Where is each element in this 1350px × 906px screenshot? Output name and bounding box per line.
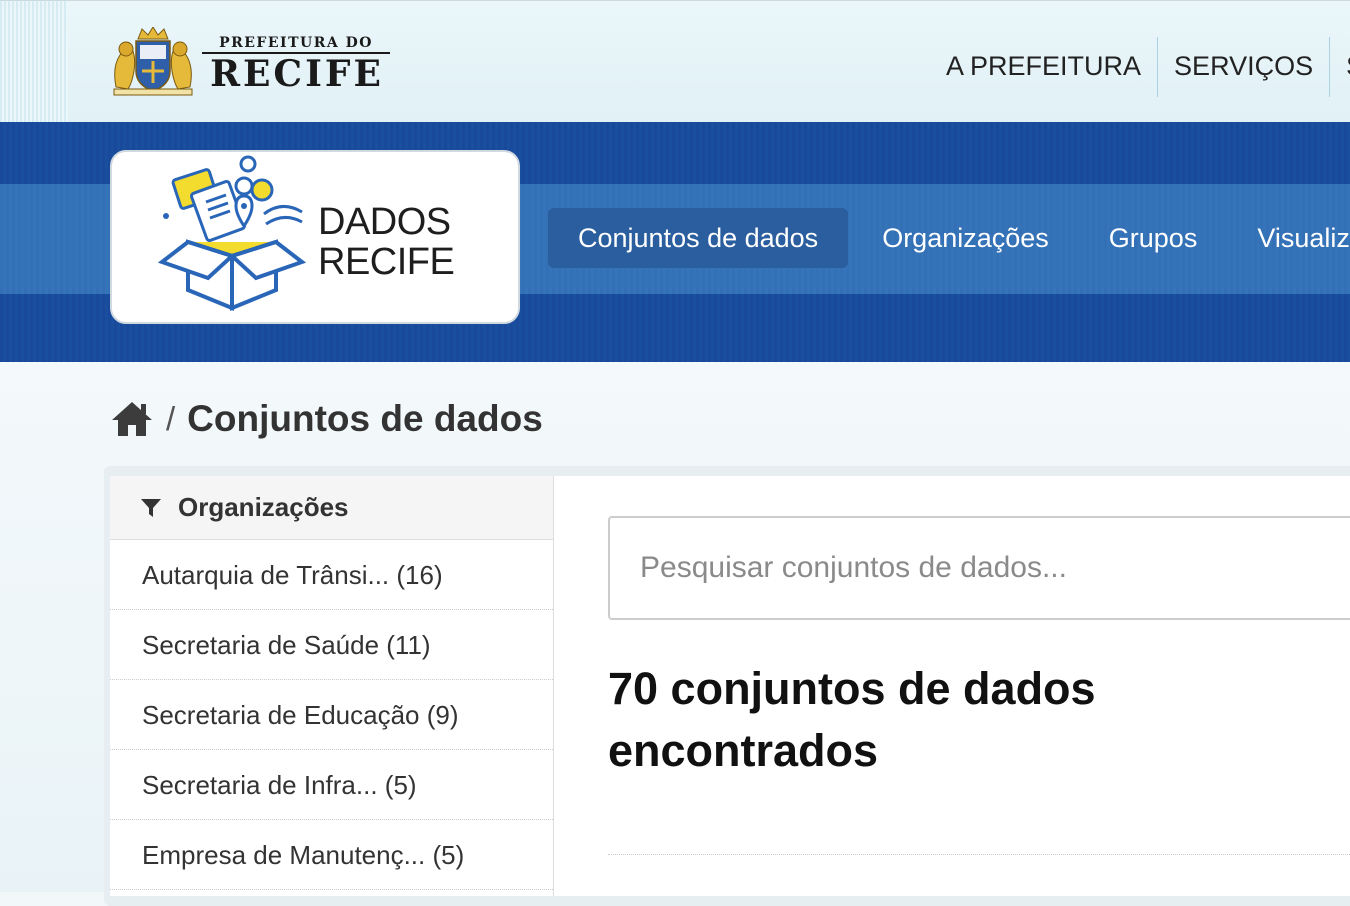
nav-tab-visualizacoes[interactable]: Visualiza: [1227, 208, 1350, 268]
city-logo-subtitle: PREFEITURA DO: [219, 35, 373, 51]
home-icon[interactable]: [110, 400, 154, 438]
top-nav: A PREFEITURA SERVIÇOS S: [930, 37, 1350, 97]
facet-sidebar: Organizações Autarquia de Trânsi... (16)…: [110, 476, 554, 896]
top-bar: PREFEITURA DO RECIFE A PREFEITURA SERVIÇ…: [0, 0, 1350, 123]
facet-item[interactable]: Secretaria de Infra... (5): [110, 750, 553, 820]
filter-icon: [141, 498, 161, 517]
dataset-search-input[interactable]: [608, 516, 1350, 620]
breadcrumb-current[interactable]: Conjuntos de dados: [187, 398, 543, 440]
facet-title: Organizações: [178, 492, 349, 522]
city-crest-icon: [113, 27, 193, 96]
wordmark-line-1: DADOS: [318, 201, 451, 243]
results-divider: [608, 854, 1350, 855]
nav-tab-organizacoes[interactable]: Organizações: [852, 208, 1079, 268]
dados-recife-wordmark: DADOS RECIFE: [318, 202, 488, 282]
top-nav-item-servicos[interactable]: SERVIÇOS: [1158, 37, 1331, 97]
facet-item[interactable]: Autarquia de Trânsi... (16): [110, 540, 553, 610]
facet-item[interactable]: Secretaria de Educação (9): [110, 680, 553, 750]
breadcrumb: / Conjuntos de dados: [110, 396, 543, 442]
facet-item[interactable]: Empresa de Manutenç... (5): [110, 820, 553, 890]
results-count-heading: 70 conjuntos de dados encontrados: [608, 663, 1096, 776]
nav-tab-grupos[interactable]: Grupos: [1079, 208, 1228, 268]
top-nav-item-truncated[interactable]: S: [1330, 37, 1350, 97]
facet-item[interactable]: Secretaria de Saúde (11): [110, 610, 553, 680]
nav-tab-conjuntos-de-dados[interactable]: Conjuntos de dados: [548, 208, 849, 268]
top-nav-item-prefeitura[interactable]: A PREFEITURA: [930, 37, 1159, 97]
top-bar-decoration: [0, 1, 68, 123]
city-logo-title: RECIFE: [210, 53, 384, 95]
dados-recife-logo[interactable]: DADOS RECIFE: [110, 150, 520, 324]
wordmark-line-2: RECIFE: [318, 241, 455, 283]
city-logo[interactable]: PREFEITURA DO RECIFE: [110, 27, 390, 97]
dados-box-icon: [157, 155, 307, 311]
results-panel: 70 conjuntos de dados encontrados: [554, 476, 1350, 896]
main-nav: Conjuntos de dados Organizações Grupos V…: [548, 208, 1350, 268]
facet-header: Organizações: [110, 476, 553, 540]
breadcrumb-separator: /: [166, 400, 176, 437]
